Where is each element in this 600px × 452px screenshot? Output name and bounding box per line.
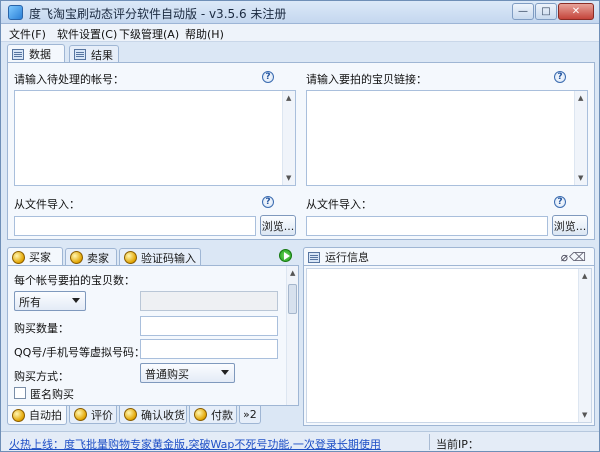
menu-settings[interactable]: 软件设置(C) xyxy=(57,26,117,42)
items-select[interactable]: 所有 xyxy=(14,291,86,311)
tab-review[interactable]: 评价 xyxy=(69,406,117,424)
tab-results-label: 结果 xyxy=(91,48,113,62)
app-icon xyxy=(8,5,23,20)
coins-icon xyxy=(124,251,137,264)
purchase-method-value: 普通购买 xyxy=(145,368,189,381)
document-icon xyxy=(12,48,24,60)
items-select-value: 所有 xyxy=(19,296,41,309)
start-icon[interactable] xyxy=(279,249,292,262)
accounts-file-input[interactable] xyxy=(14,216,256,236)
window-icon xyxy=(308,251,320,263)
anonymous-checkbox[interactable] xyxy=(14,387,26,399)
title-bar: 度飞淘宝刷动态评分软件自动版 - v3.5.6 未注册 — □ ✕ xyxy=(1,1,599,24)
browse-links-button[interactable]: 浏览... xyxy=(552,215,588,236)
items-per-account-label: 每个帐号要拍的宝贝数： xyxy=(14,274,135,287)
tab-confirm-label: 确认收货 xyxy=(141,408,185,422)
minimize-button[interactable]: — xyxy=(512,3,534,20)
tab-confirm-receipt[interactable]: 确认收货 xyxy=(119,406,187,424)
quantity-label: 购买数量： xyxy=(14,322,69,335)
main-window: 度飞淘宝刷动态评分软件自动版 - v3.5.6 未注册 — □ ✕ 文件(F) … xyxy=(0,0,600,452)
help-icon[interactable]: ? xyxy=(262,196,274,208)
anonymous-label: 匿名购买 xyxy=(30,388,74,401)
filter-icon[interactable]: ⌀ xyxy=(561,250,568,264)
tab-data[interactable]: 数据 xyxy=(7,44,65,63)
browse-accounts-button[interactable]: 浏览... xyxy=(260,215,296,236)
log-panel-header: 运行信息 ⌀ ⌫ xyxy=(303,247,595,266)
items-count-input xyxy=(140,291,278,311)
menu-file[interactable]: 文件(F) xyxy=(9,26,46,42)
promo-link[interactable]: 火热上线：度飞批量购物专家黄金版,突破Wap不死号功能,一次登录长期使用 xyxy=(9,436,381,452)
import-label-accounts: 从文件导入： xyxy=(14,198,80,211)
chevron-down-icon xyxy=(221,370,229,375)
tab-auto-buy[interactable]: 自动拍 xyxy=(7,406,67,425)
scrollbar[interactable]: ▲ ▼ xyxy=(574,91,587,185)
links-label: 请输入要拍的宝贝链接： xyxy=(306,73,427,86)
buyer-panel: 每个帐号要拍的宝贝数： 所有 购买数量： QQ号/手机号等虚拟号码： 购买方式：… xyxy=(7,265,299,406)
virtual-number-input[interactable] xyxy=(140,339,278,359)
coins-icon xyxy=(124,408,137,421)
scrollbar[interactable]: ▲ ▼ xyxy=(282,91,295,185)
log-output[interactable]: ▲ ▼ xyxy=(306,268,592,423)
accounts-label: 请输入待处理的帐号： xyxy=(14,73,124,86)
purchase-method-label: 购买方式： xyxy=(14,370,69,383)
status-divider xyxy=(429,434,430,450)
links-file-input[interactable] xyxy=(306,216,548,236)
tab-buyer-label: 买家 xyxy=(29,251,51,264)
more-tabs-button[interactable]: »2 xyxy=(239,406,261,424)
data-panel: 请输入待处理的帐号： ? 请输入要拍的宝贝链接： ? ▲ ▼ ▲ ▼ 从文件导入： … xyxy=(7,62,595,240)
links-textarea[interactable]: ▲ ▼ xyxy=(306,90,588,186)
menu-subordinates[interactable]: 下级管理(A) xyxy=(119,26,179,42)
help-icon[interactable]: ? xyxy=(262,71,274,83)
tab-seller[interactable]: 卖家 xyxy=(65,248,117,266)
menu-bar: 文件(F) 软件设置(C) 下级管理(A) 帮助(H) xyxy=(1,24,599,42)
scrollbar[interactable]: ▲ ▼ xyxy=(578,269,591,422)
coins-icon xyxy=(74,408,87,421)
help-icon[interactable]: ? xyxy=(554,71,566,83)
menu-help[interactable]: 帮助(H) xyxy=(185,26,224,42)
status-bar: 火热上线：度飞批量购物专家黄金版,突破Wap不死号功能,一次登录长期使用 当前I… xyxy=(1,431,599,451)
close-button[interactable]: ✕ xyxy=(558,3,594,20)
accounts-textarea[interactable]: ▲ ▼ xyxy=(14,90,296,186)
log-panel: ▲ ▼ xyxy=(303,265,595,426)
quantity-input[interactable] xyxy=(140,316,278,336)
tab-pay-label: 付款 xyxy=(211,408,233,422)
document-icon xyxy=(74,49,86,60)
current-ip-label: 当前IP： xyxy=(436,438,479,451)
tab-results[interactable]: 结果 xyxy=(69,45,119,63)
coins-icon xyxy=(12,408,25,422)
tab-data-label: 数据 xyxy=(29,48,51,61)
coins-icon xyxy=(70,251,83,264)
chevron-down-icon xyxy=(72,298,80,303)
import-label-links: 从文件导入： xyxy=(306,198,372,211)
window-title: 度飞淘宝刷动态评分软件自动版 - v3.5.6 未注册 xyxy=(29,7,287,21)
scrollbar[interactable]: ▲ xyxy=(286,266,298,405)
virtual-number-label: QQ号/手机号等虚拟号码： xyxy=(14,346,146,359)
tab-captcha[interactable]: 验证码输入 xyxy=(119,248,201,266)
tab-pay[interactable]: 付款 xyxy=(189,406,237,424)
maximize-button[interactable]: □ xyxy=(535,3,557,20)
tab-seller-label: 卖家 xyxy=(87,251,109,265)
scroll-thumb[interactable] xyxy=(288,284,297,314)
tab-auto-buy-label: 自动拍 xyxy=(29,409,62,422)
purchase-method-select[interactable]: 普通购买 xyxy=(140,363,235,383)
eraser-icon[interactable]: ⌫ xyxy=(569,250,586,264)
tab-review-label: 评价 xyxy=(91,408,113,422)
tab-captcha-label: 验证码输入 xyxy=(141,251,196,265)
tab-buyer[interactable]: 买家 xyxy=(7,247,63,266)
log-panel-title: 运行信息 xyxy=(325,251,369,264)
coins-icon xyxy=(194,408,207,421)
coins-icon xyxy=(12,250,25,264)
help-icon[interactable]: ? xyxy=(554,196,566,208)
